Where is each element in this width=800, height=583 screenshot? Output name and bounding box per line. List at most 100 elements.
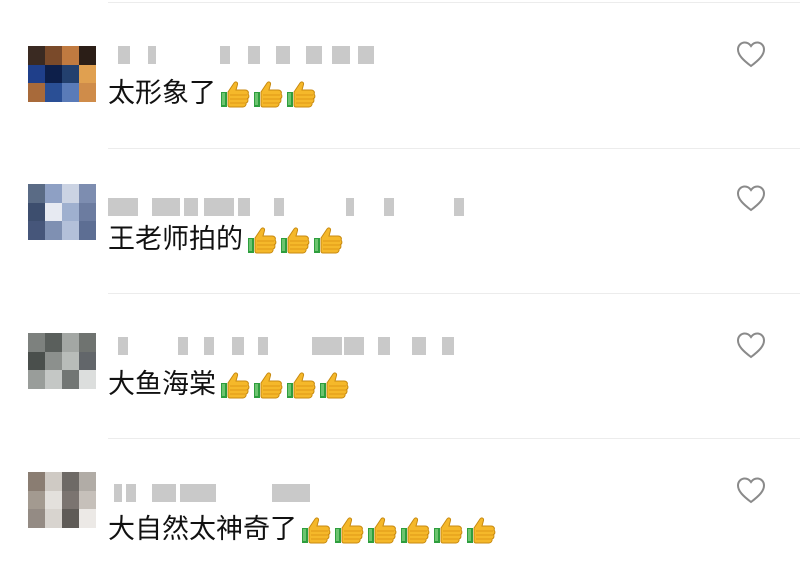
redacted-block (332, 46, 350, 64)
avatar-pixel (62, 490, 79, 510)
redacted-block (384, 198, 394, 216)
avatar-pixel (79, 490, 96, 510)
avatar-pixel (79, 472, 96, 491)
redacted-block (274, 198, 284, 216)
username-redacted[interactable] (108, 198, 528, 216)
avatar-pixel (79, 83, 96, 102)
comment-item: 太形象了 (0, 0, 800, 146)
avatar-pixel (28, 472, 45, 491)
avatar[interactable] (28, 333, 96, 389)
comment-item: 大鱼海棠 (0, 291, 800, 437)
avatar-pixel (62, 64, 79, 84)
comment-text: 太形象了 (108, 78, 317, 110)
avatar-pixel (45, 46, 62, 65)
avatar-pixel (45, 333, 62, 352)
comment-item: 大自然太神奇了 (0, 436, 800, 582)
redacted-block (346, 198, 354, 216)
thumbs-up-emoji-icon (254, 372, 283, 399)
thumbs-up-emoji-icon (302, 517, 331, 544)
avatar-pixel (45, 509, 62, 528)
avatar-pixel (28, 202, 45, 222)
avatar-pixel (79, 221, 96, 240)
avatar-pixel (62, 333, 79, 352)
redacted-block (118, 46, 130, 64)
avatar-pixel (62, 351, 79, 371)
redacted-block (204, 198, 234, 216)
redacted-block (118, 337, 128, 355)
avatar-pixel (79, 333, 96, 352)
username-redacted[interactable] (108, 337, 528, 355)
redacted-block (108, 198, 130, 216)
avatar-pixel (45, 202, 62, 222)
avatar-pixel (62, 83, 79, 102)
avatar-pixel (28, 351, 45, 371)
avatar-pixel (45, 184, 62, 203)
redacted-block (232, 337, 244, 355)
divider (108, 293, 800, 294)
avatar-pixel (45, 64, 62, 84)
avatar-pixel (62, 184, 79, 203)
avatar-pixel (62, 509, 79, 528)
avatar-pixel (28, 64, 45, 84)
avatar-pixel (79, 184, 96, 203)
divider (108, 148, 800, 149)
avatar-pixel (28, 46, 45, 65)
redacted-block (184, 198, 198, 216)
heart-outline-icon[interactable] (736, 40, 766, 68)
redacted-block (248, 46, 260, 64)
avatar-pixel (79, 64, 96, 84)
redacted-block (130, 198, 138, 216)
avatar-pixel (62, 202, 79, 222)
avatar-pixel (62, 370, 79, 389)
thumbs-up-emoji-icon (281, 227, 310, 254)
thumbs-up-group (299, 514, 497, 546)
redacted-block (220, 46, 230, 64)
redacted-block (148, 46, 156, 64)
redacted-block (258, 337, 268, 355)
redacted-block (412, 337, 426, 355)
divider (108, 438, 800, 439)
thumbs-up-emoji-icon (254, 81, 283, 108)
redacted-block (276, 46, 290, 64)
redacted-block (152, 484, 176, 502)
avatar-pixel (79, 509, 96, 528)
heart-outline-icon[interactable] (736, 184, 766, 212)
thumbs-up-group (245, 224, 344, 256)
username-redacted[interactable] (108, 46, 528, 64)
thumbs-up-emoji-icon (401, 517, 430, 544)
thumbs-up-emoji-icon (467, 517, 496, 544)
redacted-block (358, 46, 374, 64)
comment-text: 王老师拍的 (108, 224, 344, 256)
thumbs-up-group (218, 369, 350, 401)
thumbs-up-emoji-icon (368, 517, 397, 544)
thumbs-up-group (218, 78, 317, 110)
comment-text-label: 大鱼海棠 (108, 369, 216, 400)
avatar[interactable] (28, 472, 96, 528)
thumbs-up-emoji-icon (287, 372, 316, 399)
redacted-block (306, 46, 322, 64)
username-redacted[interactable] (108, 484, 528, 502)
avatar-pixel (28, 509, 45, 528)
heart-outline-icon[interactable] (736, 331, 766, 359)
avatar-pixel (62, 472, 79, 491)
redacted-block (238, 198, 250, 216)
heart-outline-icon[interactable] (736, 476, 766, 504)
redacted-block (312, 337, 342, 355)
comment-text: 大鱼海棠 (108, 369, 350, 401)
redacted-block (152, 198, 180, 216)
thumbs-up-emoji-icon (248, 227, 277, 254)
avatar-pixel (28, 184, 45, 203)
avatar-pixel (45, 221, 62, 240)
avatar-pixel (45, 370, 62, 389)
redacted-block (204, 337, 214, 355)
divider (108, 2, 800, 3)
redacted-block (454, 198, 464, 216)
redacted-block (204, 484, 216, 502)
redacted-block (272, 484, 310, 502)
avatar[interactable] (28, 46, 96, 102)
comment-item: 王老师拍的 (0, 146, 800, 292)
avatar[interactable] (28, 184, 96, 240)
thumbs-up-emoji-icon (221, 81, 250, 108)
comment-text-label: 太形象了 (108, 78, 216, 109)
thumbs-up-emoji-icon (434, 517, 463, 544)
